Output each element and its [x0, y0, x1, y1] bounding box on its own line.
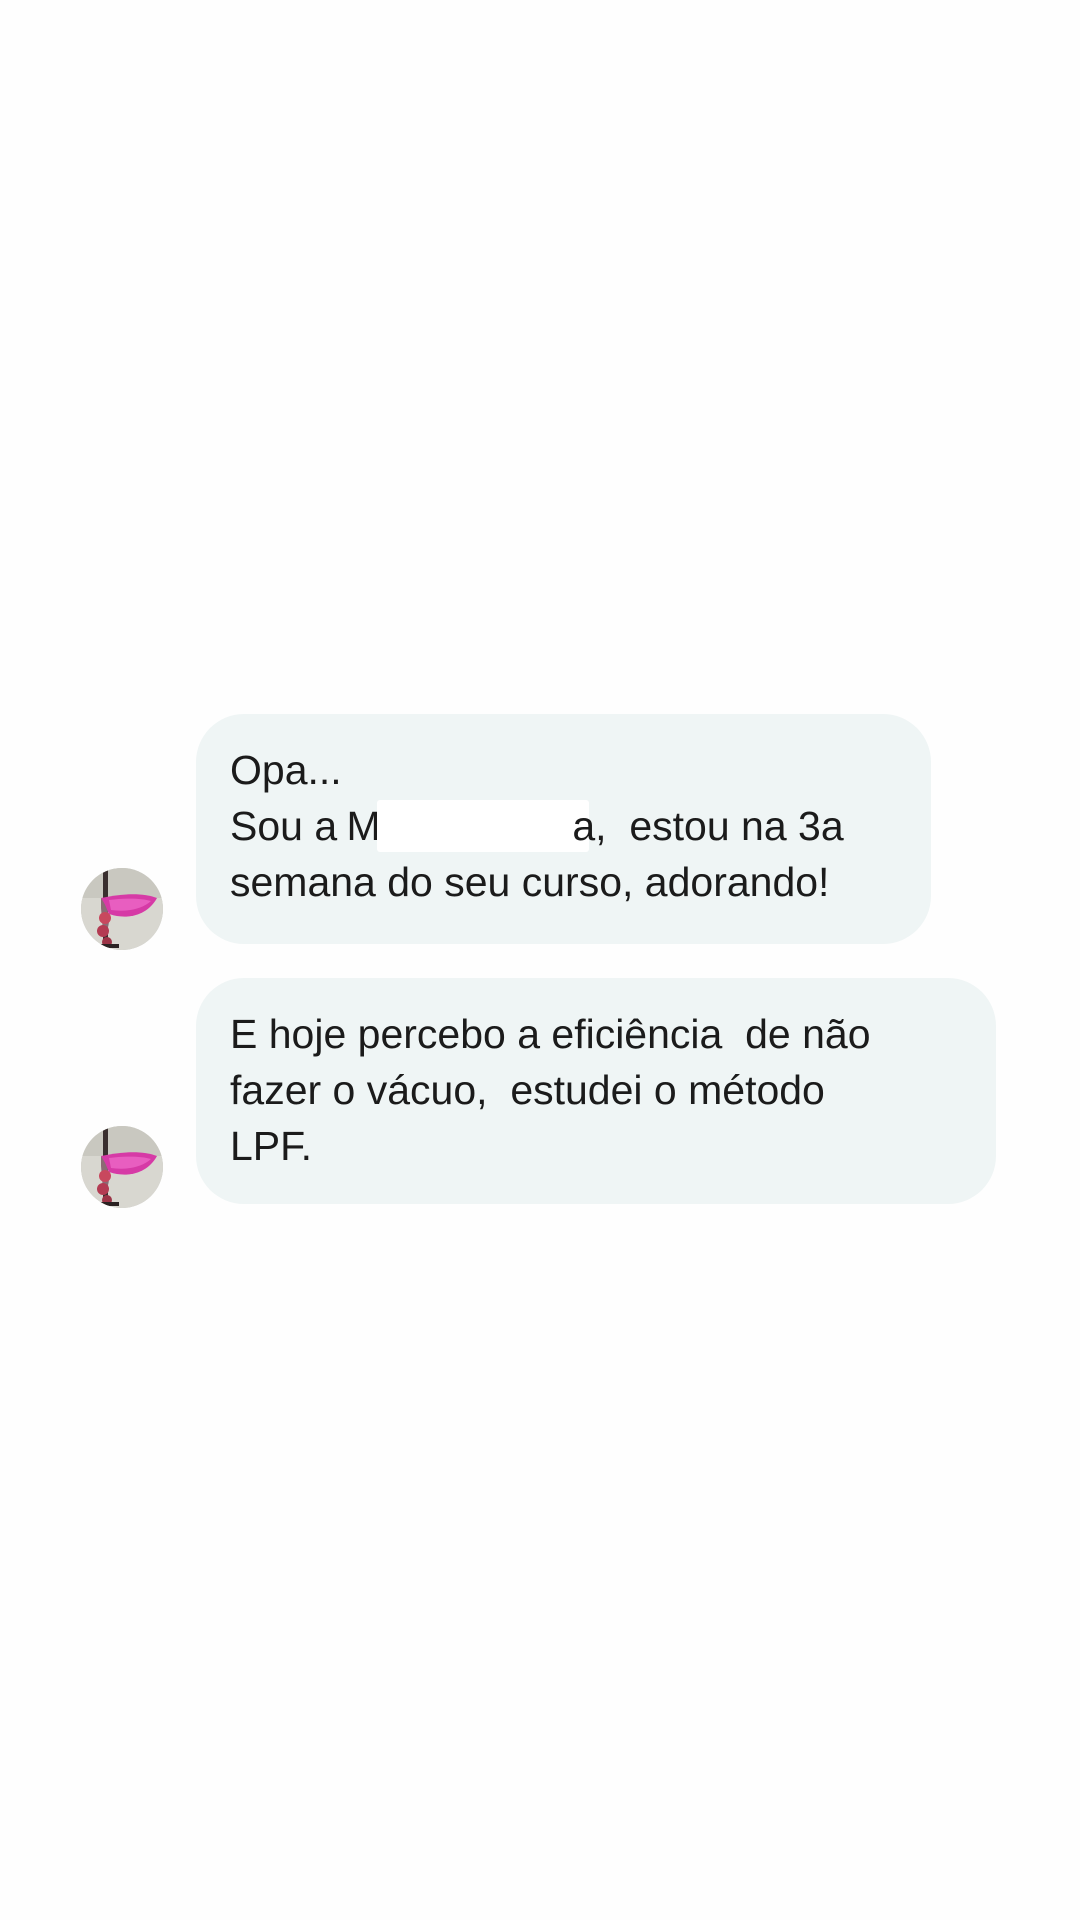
sender-avatar[interactable] [81, 1126, 163, 1208]
redacted-text-start: M [346, 803, 381, 849]
pole-dance-avatar-icon [81, 1126, 163, 1208]
pole-dance-avatar-icon [81, 868, 163, 950]
message-text: estou na 3a [606, 803, 844, 849]
sender-avatar[interactable] [81, 868, 163, 950]
message-line: Sou a Ma, estou na 3a [230, 798, 897, 854]
message-bubble[interactable]: Opa... Sou a Ma, estou na 3a semana do s… [196, 714, 931, 944]
message-line: fazer o vácuo, estudei o método [230, 1067, 825, 1113]
redaction-mask [376, 800, 589, 852]
message-line: Opa... [230, 747, 342, 793]
message-line: semana do seu curso, adorando! [230, 859, 830, 905]
message-line: LPF. [230, 1123, 313, 1169]
redacted-text-end: a, [572, 803, 607, 849]
redacted-name: Ma, [347, 798, 607, 854]
message-line: E hoje percebo a eficiência de não [230, 1011, 871, 1057]
chat-screen: Opa... Sou a Ma, estou na 3a semana do s… [0, 0, 1080, 1920]
message-text: Sou a [230, 803, 349, 849]
message-bubble[interactable]: E hoje percebo a eficiência de não fazer… [196, 978, 996, 1204]
